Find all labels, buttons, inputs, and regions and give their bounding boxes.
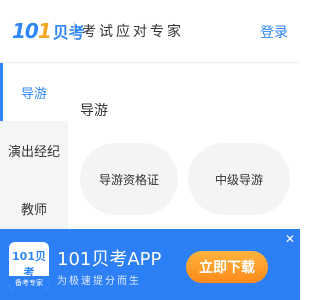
close-icon[interactable]: ✕ bbox=[284, 233, 296, 245]
top-header: 101 贝考 考试应对专家 登录 bbox=[0, 0, 300, 63]
chip-label: 中级导游 bbox=[214, 172, 263, 187]
header-slogan: 考试应对专家 bbox=[82, 24, 184, 40]
sidebar-item-label: 导游 bbox=[20, 86, 47, 102]
logo-text: 贝考 bbox=[52, 23, 85, 42]
download-button[interactable]: 立即下载 bbox=[186, 251, 268, 283]
logo-number-group: 101 bbox=[12, 19, 52, 43]
section-title: 导游 bbox=[80, 103, 108, 119]
exam-chip-tour-guide-cert[interactable]: 导游资格证 bbox=[80, 143, 178, 215]
sidebar-item-performance-agent[interactable]: 演出经纪 bbox=[0, 121, 68, 179]
login-link[interactable]: 登录 bbox=[260, 22, 288, 42]
app-icon-caption: 备考专家 bbox=[9, 276, 49, 290]
logo-slash: 1 bbox=[37, 19, 52, 43]
app-name: 101贝考APP bbox=[57, 249, 162, 270]
sidebar-item-tour-guide[interactable]: 导游 bbox=[0, 63, 68, 121]
header-divider bbox=[74, 22, 75, 40]
sidebar-item-label: 演出经纪 bbox=[7, 144, 60, 160]
app-download-banner: 101贝考 备考专家 101贝考APP 为极速提分而生 立即下载 ✕ bbox=[0, 229, 300, 300]
app-slogan: 为极速提分而生 bbox=[57, 276, 141, 287]
sidebar-item-label: 教师 bbox=[20, 202, 47, 218]
app-icon: 101贝考 备考专家 bbox=[9, 242, 49, 290]
logo-number: 10 bbox=[12, 19, 39, 43]
exam-chip-intermediate-guide[interactable]: 中级导游 bbox=[188, 143, 290, 215]
chip-label: 导游资格证 bbox=[98, 172, 159, 187]
